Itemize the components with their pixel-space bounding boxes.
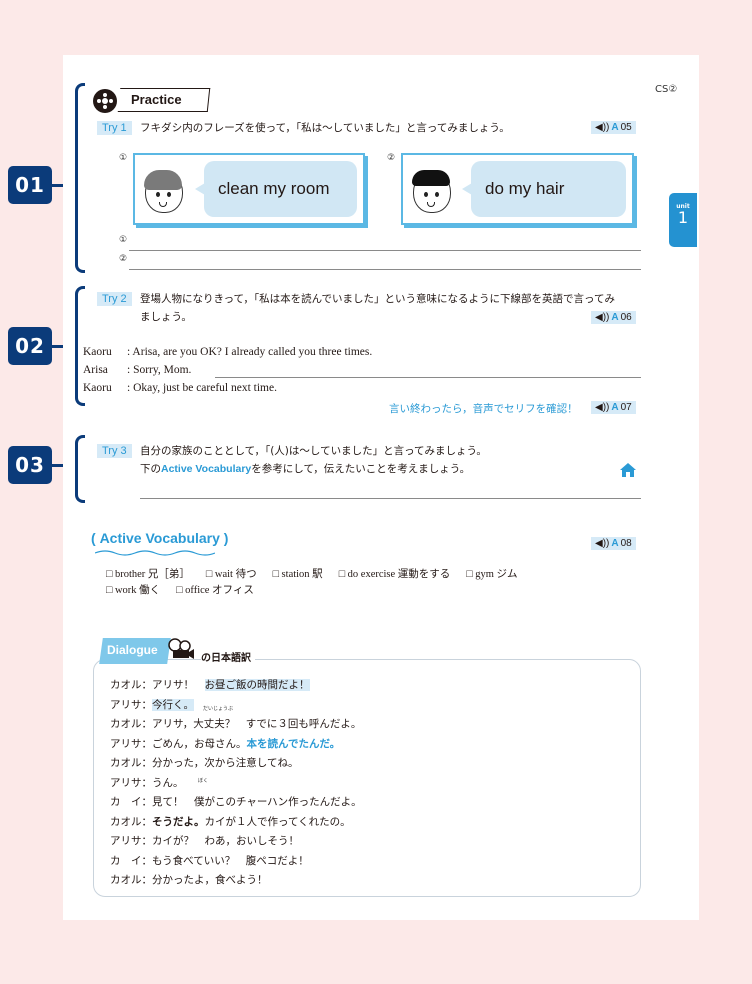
wavy-underline-decoration — [95, 550, 215, 556]
line-text: 分かったよ，食べよう！ — [152, 874, 268, 886]
speaker-icon: ◀)) — [595, 312, 610, 323]
answer-number-2: ② — [119, 254, 128, 264]
dialogue-translation-line: アリサ：ごめん，お母さん。本を読んでたんだ。 — [110, 736, 340, 751]
dialogue-tab-label: Dialogue — [107, 643, 158, 657]
section-marker-01: 01 — [8, 166, 52, 204]
speaker-name: アリサ： — [110, 835, 152, 847]
try3-instruction-line1: 自分の家族のこととして，「(人)は～していました」と言ってみましょう。 — [140, 445, 487, 457]
speaker-name: カオル： — [110, 815, 152, 828]
active-vocabulary-link: Active Vocabulary — [161, 463, 252, 475]
line-text: 今行く。 — [152, 698, 194, 711]
vocabulary-row-2: □ work 働く □ office オフィス — [106, 582, 254, 597]
dialogue-translation-line: カオル：アリサ！ お昼ご飯の時間だよ！ — [110, 677, 310, 692]
line-text: うん。 — [152, 776, 184, 789]
section-marker-03: 03 — [8, 446, 52, 484]
audio-track-a05[interactable]: ◀)) A 05 — [591, 121, 636, 134]
audio-track-a07[interactable]: ◀)) A 07 — [591, 401, 636, 414]
phrase-bubble-2: do my hair — [462, 161, 626, 217]
try1-instruction: フキダシ内のフレーズを使って，「私は～していました」と言ってみましょう。 — [140, 122, 510, 134]
line-text: 見て！ 僕がこのチャーハン作ったんだよ。 — [152, 796, 362, 808]
vocab-item[interactable]: □ work 働く — [106, 582, 160, 597]
dialogue-translation-line: アリサ：今行く。 — [110, 697, 194, 712]
ruby-daijoubu: だいじょうぶ — [203, 706, 234, 712]
vocab-item[interactable]: □ wait 待つ — [206, 566, 257, 581]
line-text: カイが１人で作ってくれたの。 — [204, 815, 351, 828]
check-audio-message: 言い終わったら，音声でセリフを確認！ — [389, 403, 578, 415]
practice-title: Practice — [131, 92, 182, 107]
phrase-card-1: clean my room — [133, 153, 365, 225]
dialogue-translation-line: カオル：アリサ，大丈夫？ すでに３回も呼んだよ。 — [110, 716, 361, 731]
line-text: そうだよ。 — [152, 815, 205, 828]
speaker-name: カオル： — [110, 757, 152, 769]
bracket-03 — [75, 435, 85, 503]
try2-tag: Try 2 — [97, 292, 132, 306]
dialogue-translation-line: カオル：分かった，次から注意してね。 — [110, 755, 298, 770]
speaker-name: カオル： — [110, 718, 152, 730]
audio-track-a08[interactable]: ◀)) A 08 — [591, 537, 636, 550]
try2-instruction-line2: ましょう。 — [140, 311, 192, 323]
try2-instruction-line1: 登場人物になりきって，「私は本を読んでいました」という意味になるように下線部を英… — [140, 293, 616, 305]
dialogue-translation-line: カオル：分かったよ，食べよう！ — [110, 872, 268, 887]
audio-track-a06[interactable]: ◀)) A 06 — [591, 311, 636, 324]
try2-answer-line[interactable] — [215, 377, 641, 378]
vocab-item[interactable]: □ office オフィス — [176, 582, 254, 597]
speaker-name: カオル： — [110, 679, 152, 691]
dialogue-translation-line: カオル：そうだよ。カイが１人で作ってくれたの。 — [110, 814, 351, 829]
vocab-item[interactable]: □ station 駅 — [273, 566, 323, 581]
line-text: もう食べていい？ 腹ペコだよ！ — [152, 854, 309, 867]
speaker-name: アリサ： — [110, 776, 152, 789]
line-text: アリサ！ — [152, 679, 205, 691]
line-text: お昼ご飯の時間だよ！ — [204, 679, 310, 691]
answer-number-1: ① — [119, 235, 128, 245]
answer-line-2[interactable] — [129, 269, 641, 270]
try2-dialogue-line: Kaoru: Okay, just be careful next time. — [83, 382, 277, 394]
line-text: 分かった，次から注意してね。 — [152, 757, 299, 769]
speaker-name: カ イ： — [110, 854, 152, 867]
answer-line-1[interactable] — [129, 250, 641, 251]
girl-face-icon — [144, 170, 183, 213]
try3-answer-line[interactable] — [140, 498, 641, 499]
dialogue-translation-line: アリサ：うん。 — [110, 775, 184, 790]
try3-tag: Try 3 — [97, 444, 132, 458]
movie-camera-icon — [168, 638, 194, 659]
dialogue-translation-line: カ イ：もう食べていい？ 腹ペコだよ！ — [110, 853, 309, 868]
active-vocabulary-title: ( Active Vocabulary ) — [91, 530, 229, 546]
speaker-icon: ◀)) — [595, 402, 610, 413]
speaker-name: カ イ： — [110, 796, 152, 808]
boy-face-icon — [412, 170, 451, 213]
speaker-name: カオル： — [110, 874, 152, 886]
try1-tag: Try 1 — [97, 121, 132, 135]
dialogue-translation-title: の日本語訳 — [201, 649, 255, 664]
home-icon — [620, 463, 636, 477]
dialogue-translation-line: アリサ：カイが？ わあ，おいしそう！ — [110, 833, 299, 848]
phrase-card-2: do my hair — [401, 153, 634, 225]
film-reel-icon — [93, 89, 117, 113]
dialogue-translation-line: カ イ：見て！ 僕がこのチャーハン作ったんだよ。 — [110, 794, 362, 809]
line-text: カイが？ わあ，おいしそう！ — [152, 835, 299, 847]
vocab-item[interactable]: □ gym ジム — [466, 566, 517, 581]
vocab-item[interactable]: □ do exercise 運動をする — [339, 566, 451, 581]
unit-tab[interactable]: unit 1 — [669, 193, 697, 247]
speaker-name: アリサ： — [110, 698, 152, 711]
speaker-name: アリサ： — [110, 737, 152, 750]
try3-instruction-line2: 下のActive Vocabularyを参考にして，伝えたいことを考えましょう。 — [140, 463, 471, 475]
cs-label: CS② — [655, 84, 678, 95]
speaker-icon: ◀)) — [595, 538, 610, 549]
line-text: 本を読んでたんだ。 — [246, 737, 341, 750]
card-number-2: ② — [387, 153, 396, 163]
speaker-icon: ◀)) — [595, 122, 610, 133]
phrase-bubble-1: clean my room — [195, 161, 357, 217]
vocab-item[interactable]: □ brother 兄［弟］ — [106, 566, 190, 581]
try2-dialogue-line: Kaoru: Arisa, are you OK? I already call… — [83, 346, 373, 358]
textbook-page: CS② Practice Try 1 フキダシ内のフレーズを使って，「私は～して… — [63, 55, 699, 920]
vocabulary-row-1: □ brother 兄［弟］ □ wait 待つ □ station 駅 □ d… — [106, 566, 518, 581]
try2-dialogue-line: Arisa: Sorry, Mom. — [83, 364, 192, 376]
bracket-01 — [75, 83, 85, 273]
section-marker-02: 02 — [8, 327, 52, 365]
ruby-boku: ぼく — [198, 778, 209, 784]
line-text: ごめん，お母さん。 — [152, 737, 247, 750]
card-number-1: ① — [119, 153, 128, 163]
line-text: アリサ，大丈夫？ すでに３回も呼んだよ。 — [152, 718, 362, 730]
